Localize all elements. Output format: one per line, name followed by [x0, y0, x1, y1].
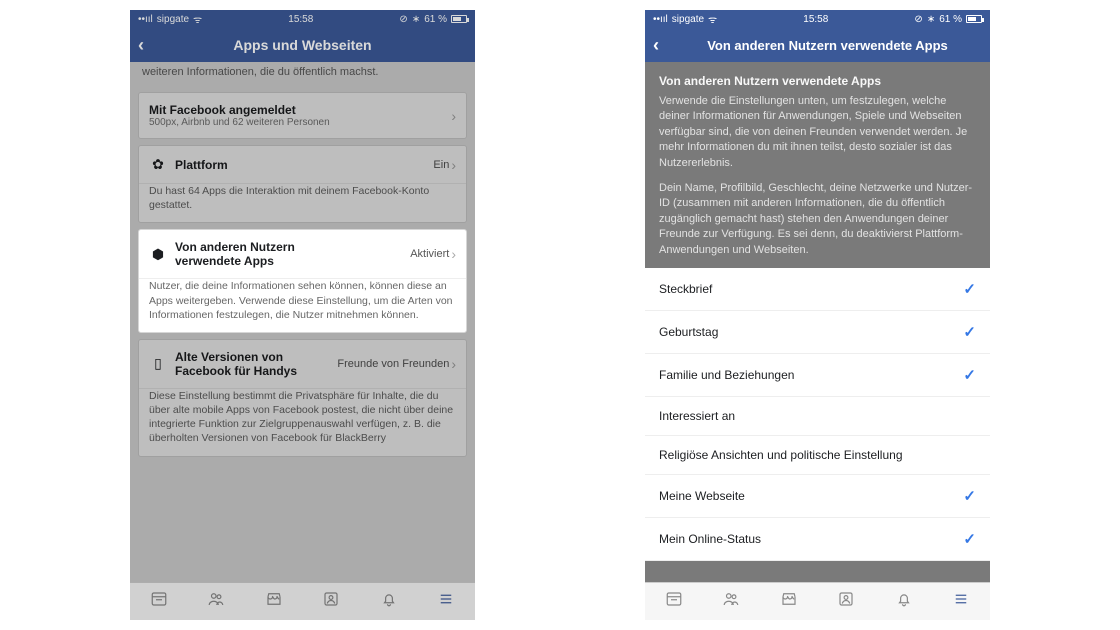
check-icon: ✓: [963, 280, 976, 298]
chevron-right-icon: ›: [451, 108, 456, 124]
clock: 15:58: [288, 14, 313, 25]
carrier-label: sipgate: [672, 14, 704, 25]
check-icon: ✓: [963, 323, 976, 341]
section-paragraph-1: Verwende die Einstellungen unten, um fes…: [645, 94, 990, 181]
chevron-right-icon: ›: [451, 246, 456, 262]
checklist-row[interactable]: Religiöse Ansichten und politische Einst…: [645, 436, 990, 475]
checklist-label: Steckbrief: [659, 282, 712, 296]
page-title: Apps und Webseiten: [158, 37, 467, 53]
carrier-label: sipgate: [157, 14, 189, 25]
section-heading: Von anderen Nutzern verwendete Apps: [645, 62, 990, 94]
checklist-row[interactable]: Interessiert an: [645, 397, 990, 436]
checklist-label: Religiöse Ansichten und politische Einst…: [659, 448, 903, 462]
battery-percent: 61 %: [939, 14, 962, 25]
checklist-row[interactable]: Steckbrief ✓: [645, 268, 990, 311]
check-icon: ✓: [963, 366, 976, 384]
signal-icon: ••ııl: [138, 14, 153, 25]
check-icon: ✓: [963, 530, 976, 548]
orientation-icon: ⊘: [399, 14, 407, 25]
tab-marketplace[interactable]: [265, 590, 283, 613]
tab-menu[interactable]: [437, 590, 455, 613]
nav-bar: ‹ Von anderen Nutzern verwendete Apps: [645, 28, 990, 62]
checklist-label: Interessiert an: [659, 409, 735, 423]
row-title: Plattform: [175, 158, 425, 172]
tab-friends[interactable]: [722, 590, 740, 613]
back-button[interactable]: ‹: [138, 35, 158, 56]
signal-icon: ••ııl: [653, 14, 668, 25]
tab-newsfeed[interactable]: [665, 590, 683, 613]
battery-icon: [451, 15, 467, 23]
chevron-right-icon: ›: [451, 356, 456, 372]
battery-icon: [966, 15, 982, 23]
status-bar: ••ııl sipgate ᯤ 15:58 ⊘ ∗ 61 %: [130, 10, 475, 28]
screenshot-apps-others-use-detail: ••ııl sipgate ᯤ 15:58 ⊘ ∗ 61 % ‹ Von and…: [645, 10, 990, 620]
page-title: Von anderen Nutzern verwendete Apps: [673, 38, 982, 53]
phone-icon: ▯: [149, 355, 167, 372]
tab-notifications[interactable]: [895, 590, 913, 613]
content-scroll[interactable]: weiteren Informationen, die du öffentlic…: [130, 62, 475, 582]
checklist-label: Meine Webseite: [659, 489, 745, 503]
row-title: Alte Versionen von Facebook für Handys: [175, 350, 305, 378]
card-apps-others-use[interactable]: ⬢ Von anderen Nutzern verwendete Apps Ak…: [138, 229, 467, 333]
bluetooth-icon: ∗: [412, 14, 420, 25]
tab-bar: [645, 582, 990, 620]
tab-notifications[interactable]: [380, 590, 398, 613]
wifi-icon: ᯤ: [708, 12, 717, 26]
row-subtitle: 500px, Airbnb und 62 weiteren Personen: [149, 117, 443, 128]
checklist-label: Familie und Beziehungen: [659, 368, 794, 382]
card-logged-in-with-facebook[interactable]: Mit Facebook angemeldet 500px, Airbnb un…: [138, 92, 467, 139]
checklist-row[interactable]: Familie und Beziehungen ✓: [645, 354, 990, 397]
tab-profile[interactable]: [322, 590, 340, 613]
checklist-label: Mein Online-Status: [659, 532, 761, 546]
row-description: Diese Einstellung bestimmt die Privatsph…: [139, 389, 466, 456]
checklist-row[interactable]: Meine Webseite ✓: [645, 475, 990, 518]
back-button[interactable]: ‹: [653, 35, 673, 56]
card-platform[interactable]: ✿ Plattform Ein› Du hast 64 Apps die Int…: [138, 145, 467, 223]
chevron-right-icon: ›: [451, 157, 456, 173]
intro-snippet: weiteren Informationen, die du öffentlic…: [130, 62, 475, 86]
row-value: Freunde von Freunden: [337, 358, 449, 370]
orientation-icon: ⊘: [914, 14, 922, 25]
row-value: Ein: [433, 159, 449, 171]
tab-menu[interactable]: [952, 590, 970, 613]
checklist-row[interactable]: Mein Online-Status ✓: [645, 518, 990, 561]
row-description: Du hast 64 Apps die Interaktion mit dein…: [139, 184, 466, 222]
section-paragraph-2: Dein Name, Profilbild, Geschlecht, deine…: [645, 181, 990, 268]
tab-newsfeed[interactable]: [150, 590, 168, 613]
bluetooth-icon: ∗: [927, 14, 935, 25]
row-title: Von anderen Nutzern verwendete Apps: [175, 240, 345, 268]
checklist-label: Geburtstag: [659, 325, 718, 339]
status-bar: ••ııl sipgate ᯤ 15:58 ⊘ ∗ 61 %: [645, 10, 990, 28]
row-value: Aktiviert: [410, 248, 449, 260]
nav-bar: ‹ Apps und Webseiten: [130, 28, 475, 62]
row-title: Mit Facebook angemeldet: [149, 103, 443, 117]
checklist-row[interactable]: Geburtstag ✓: [645, 311, 990, 354]
content-scroll[interactable]: Von anderen Nutzern verwendete Apps Verw…: [645, 62, 990, 582]
info-sharing-checklist: Steckbrief✓Geburtstag✓Familie und Bezieh…: [645, 268, 990, 561]
gear-icon: ✿: [149, 156, 167, 173]
tab-bar: [130, 582, 475, 620]
tab-marketplace[interactable]: [780, 590, 798, 613]
card-old-facebook-mobile[interactable]: ▯ Alte Versionen von Facebook für Handys…: [138, 339, 467, 457]
row-description: Nutzer, die deine Informationen sehen kö…: [139, 279, 466, 332]
wifi-icon: ᯤ: [193, 12, 202, 26]
clock: 15:58: [803, 14, 828, 25]
check-icon: ✓: [963, 487, 976, 505]
tab-friends[interactable]: [207, 590, 225, 613]
tab-profile[interactable]: [837, 590, 855, 613]
battery-percent: 61 %: [424, 14, 447, 25]
cube-icon: ⬢: [149, 246, 167, 263]
screenshot-apps-and-websites: ••ııl sipgate ᯤ 15:58 ⊘ ∗ 61 % ‹ Apps un…: [130, 10, 475, 620]
